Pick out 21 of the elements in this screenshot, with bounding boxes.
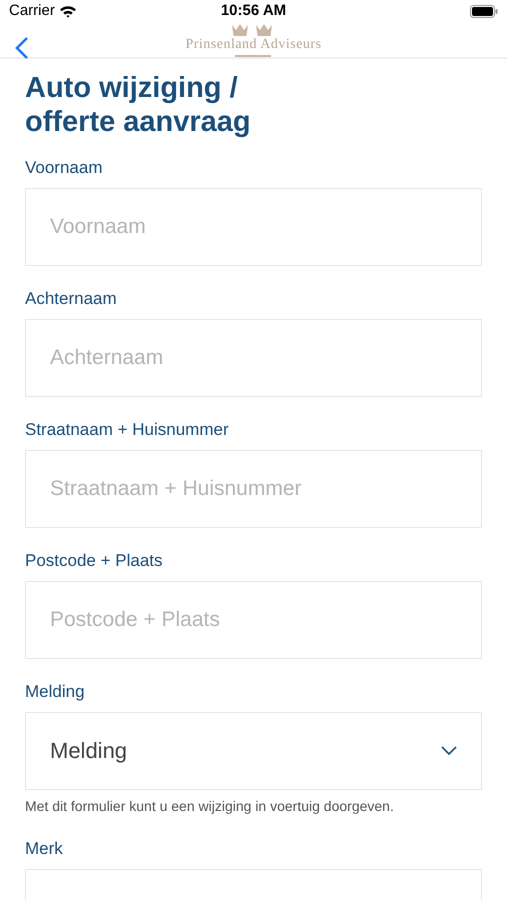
field-label: Achternaam	[25, 288, 118, 310]
clock-time: 10:56 AM	[220, 1, 286, 21]
input-field[interactable]: Straatnaam + Huisnummer	[25, 450, 482, 528]
wifi-icon	[58, 4, 77, 18]
battery-icon	[470, 4, 498, 18]
help-text: Met dit formulier kunt u een wijziging in voertuig doorgeven.	[25, 796, 395, 816]
back-chevron-icon	[14, 36, 30, 60]
input-field[interactable]: Achternaam	[25, 318, 482, 396]
input-field[interactable]: Postcode + Plaats	[25, 580, 482, 658]
select-field[interactable]: Melding	[25, 712, 482, 790]
back-button[interactable]	[14, 36, 30, 60]
field-label: Straatnaam + Huisnummer	[25, 418, 230, 440]
chevron-down-icon	[441, 746, 457, 756]
field-label: Merk	[25, 838, 64, 860]
field-label: Voornaam	[25, 156, 104, 178]
carrier-label: Carrier	[9, 1, 55, 21]
logo-text: Prinsenland Adviseurs	[185, 36, 322, 52]
field-label: Postcode + Plaats	[25, 550, 164, 572]
page-title: Auto wijziging / offerte aanvraag	[25, 70, 252, 138]
field-label: Melding	[25, 680, 86, 702]
input-field[interactable]: Voornaam	[25, 188, 482, 266]
